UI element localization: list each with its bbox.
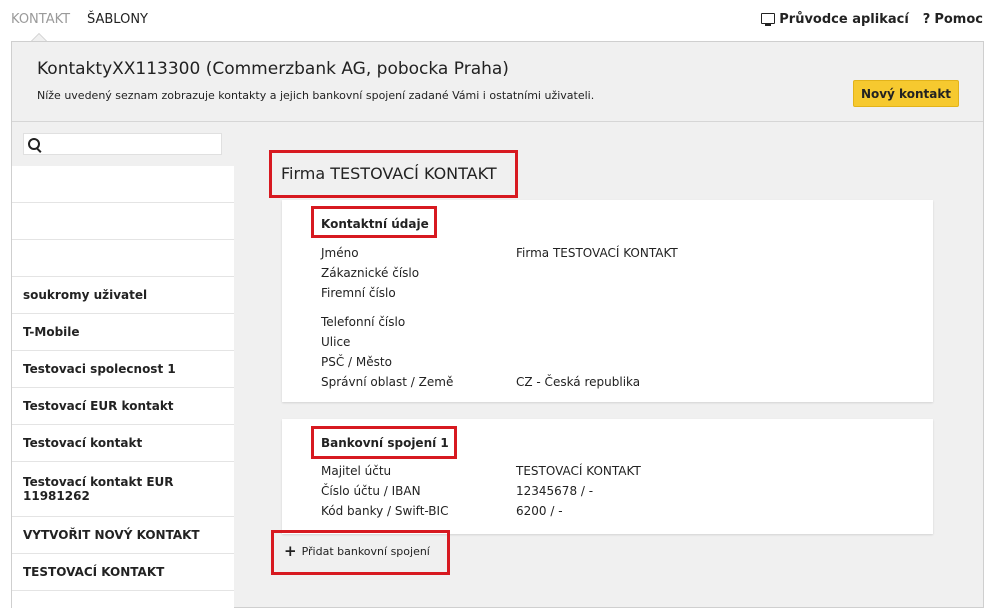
monitor-icon — [761, 13, 776, 26]
detail-value: Firma TESTOVACÍ KONTAKT — [516, 246, 678, 260]
highlight-box-contact — [311, 206, 437, 238]
detail-value: CZ - Česká republika — [516, 375, 641, 389]
detail-value: 6200 / - — [516, 504, 563, 518]
top-navigation: KONTAKT ŠABLONY Průvodce aplikací ? Pomo… — [0, 0, 995, 42]
contact-list-item[interactable]: soukromy uživatel — [12, 277, 234, 314]
contact-list-item[interactable]: Testovaci spolecnost 1 — [12, 351, 234, 388]
highlight-box-bank — [311, 426, 457, 459]
page-subtitle: Níže uvedený seznam zobrazuje kontakty a… — [37, 89, 595, 102]
contacts-panel: KontaktyXX113300 (Commerzbank AG, pobock… — [11, 41, 984, 609]
search-area — [12, 122, 234, 166]
contact-list-item[interactable] — [12, 240, 234, 277]
detail-label: Telefonní číslo — [321, 315, 406, 329]
contact-list-item[interactable]: TESTOVACÍ KONTAKT — [12, 554, 234, 591]
guide-link-label: Průvodce aplikací — [779, 12, 909, 27]
help-link[interactable]: ? Pomoc — [923, 12, 983, 27]
page-header: KontaktyXX113300 (Commerzbank AG, pobock… — [12, 42, 983, 122]
detail-label: Firemní číslo — [321, 286, 396, 300]
contact-list-item[interactable]: Testovací kontakt — [12, 425, 234, 462]
detail-label: PSČ / Město — [321, 355, 392, 369]
help-link-label: Pomoc — [934, 12, 983, 27]
contact-list-item[interactable]: T-Mobile — [12, 314, 234, 351]
search-input[interactable] — [46, 136, 220, 154]
highlight-box-add-bank — [271, 530, 450, 575]
contact-list-sidebar: soukromy uživatel T-Mobile Testovaci spo… — [12, 122, 234, 609]
contact-list-item[interactable]: VYTVOŘIT NOVÝ KONTAKT — [12, 517, 234, 554]
detail-label: Majitel účtu — [321, 464, 392, 478]
guide-link[interactable]: Průvodce aplikací — [761, 12, 909, 27]
contact-list-item[interactable]: Testovací EUR kontakt — [12, 388, 234, 425]
search-box[interactable] — [23, 133, 222, 155]
highlight-box-title — [269, 150, 518, 198]
tab-sablony[interactable]: ŠABLONY — [87, 12, 148, 27]
contact-detail: Firma TESTOVACÍ KONTAKT Kontaktní údaje … — [234, 122, 983, 609]
detail-label: Kód banky / Swift-BIC — [321, 504, 449, 518]
contact-list-item[interactable] — [12, 203, 234, 240]
tab-kontakt[interactable]: KONTAKT — [11, 12, 70, 27]
top-links: Průvodce aplikací ? Pomoc — [761, 12, 983, 27]
detail-label: Jméno — [321, 246, 359, 260]
detail-value: 12345678 / - — [516, 484, 594, 498]
detail-label: Číslo účtu / IBAN — [321, 484, 421, 498]
detail-value: TESTOVACÍ KONTAKT — [516, 464, 641, 478]
search-icon — [28, 138, 40, 150]
contact-list-item[interactable]: Testovací kontakt EUR 11981262 — [12, 462, 234, 517]
contact-list-item[interactable] — [12, 166, 234, 203]
detail-label: Zákaznické číslo — [321, 266, 420, 280]
detail-label: Správní oblast / Země — [321, 375, 454, 389]
new-contact-button[interactable]: Nový kontakt — [853, 80, 959, 107]
question-icon: ? — [922, 12, 931, 27]
detail-label: Ulice — [321, 335, 351, 349]
page-title: KontaktyXX113300 (Commerzbank AG, pobock… — [37, 59, 509, 79]
